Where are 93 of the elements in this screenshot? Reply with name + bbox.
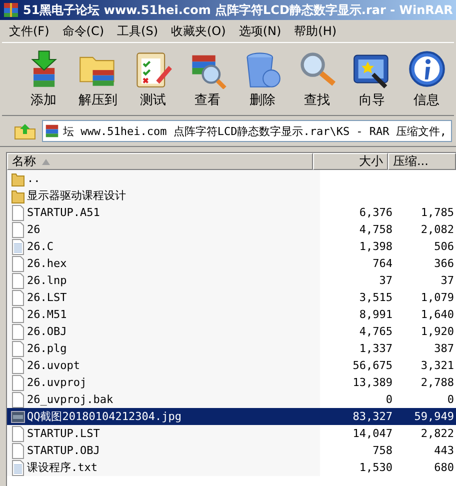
packed-size: 3,321 bbox=[420, 359, 454, 372]
file-icon bbox=[11, 324, 25, 340]
packed-size: 2,788 bbox=[420, 376, 454, 389]
packed-size: 2,822 bbox=[420, 427, 454, 440]
text-file-icon bbox=[11, 238, 25, 254]
file-size: 6,376 bbox=[359, 206, 393, 219]
menu-item[interactable]: 文件(F) bbox=[4, 22, 58, 40]
column-header[interactable]: 大小 bbox=[313, 153, 388, 170]
file-name: 26.M51 bbox=[27, 308, 67, 321]
file-size: 14,047 bbox=[352, 427, 393, 440]
address-field[interactable]: 坛 www.51hei.com 点阵字符LCD静态数字显示.rar\KS - RAR 压缩文件, bbox=[42, 120, 452, 142]
file-icon bbox=[11, 272, 25, 288]
folder-icon bbox=[11, 188, 25, 204]
archive-icon bbox=[45, 124, 59, 138]
packed-size: 37 bbox=[440, 274, 454, 287]
file-size: 56,675 bbox=[352, 359, 393, 372]
file-size: 8,991 bbox=[359, 308, 393, 321]
file-icon bbox=[11, 256, 25, 272]
sort-arrow-icon bbox=[42, 158, 50, 164]
toolbar-button[interactable]: 添加 bbox=[16, 49, 71, 109]
file-icon bbox=[11, 442, 25, 458]
file-icon bbox=[11, 426, 25, 442]
column-header[interactable]: 名称 bbox=[7, 153, 314, 170]
packed-size: 443 bbox=[434, 444, 454, 457]
file-size: 1,398 bbox=[359, 240, 393, 253]
file-name: STARTUP.LST bbox=[27, 427, 100, 440]
file-size: 0 bbox=[386, 393, 393, 406]
file-icon bbox=[11, 204, 25, 220]
file-size: 4,758 bbox=[359, 223, 393, 236]
image-file-icon bbox=[11, 408, 25, 424]
toolbar-button[interactable]: 删除 bbox=[235, 49, 290, 109]
file-size: 764 bbox=[372, 257, 393, 270]
file-name: 26.lnp bbox=[27, 274, 67, 287]
file-name: .. bbox=[27, 172, 40, 185]
file-size: 13,389 bbox=[352, 376, 393, 389]
archive-icon bbox=[3, 2, 19, 18]
file-icon bbox=[11, 222, 25, 238]
file-name: STARTUP.OBJ bbox=[27, 444, 100, 457]
file-name: QQ截图20180104212304.jpg bbox=[27, 409, 182, 424]
file-name: 26.plg bbox=[27, 342, 67, 355]
file-name: 26.OBJ bbox=[27, 325, 67, 338]
toolbar-button[interactable]: 解压到 bbox=[70, 49, 126, 109]
file-name: 26.LST bbox=[27, 291, 67, 304]
file-icon bbox=[11, 290, 25, 306]
packed-size: 2,082 bbox=[420, 223, 454, 236]
file-size: 83,327 bbox=[352, 410, 393, 423]
packed-size: 59,949 bbox=[414, 410, 454, 423]
toolbar-button[interactable]: 向导 bbox=[344, 49, 400, 109]
file-name: STARTUP.A51 bbox=[27, 206, 100, 219]
file-row[interactable]: QQ截图20180104212304.jpg 83,327 59,949 bbox=[7, 408, 456, 425]
text-file-icon bbox=[11, 460, 25, 476]
folder-icon bbox=[11, 170, 25, 186]
file-size: 3,515 bbox=[359, 291, 393, 304]
file-size: 4,765 bbox=[359, 325, 393, 338]
file-name: 课设程序.txt bbox=[27, 460, 98, 475]
packed-size: 1,079 bbox=[420, 291, 454, 304]
packed-size: 506 bbox=[434, 240, 454, 253]
file-name: 26.C bbox=[27, 240, 54, 253]
file-name: 26.uvopt bbox=[27, 359, 80, 372]
toolbar-button[interactable]: 测试 bbox=[126, 49, 180, 109]
file-name: 26.uvproj bbox=[27, 376, 87, 389]
packed-size: 1,920 bbox=[420, 325, 454, 338]
menu-item[interactable]: 命令(C) bbox=[57, 22, 112, 40]
file-size: 37 bbox=[379, 274, 393, 287]
window-title: 51黑电子论坛 www.51hei.com 点阵字符LCD静态数字显示.rar - WinRAR bbox=[23, 2, 453, 18]
info-icon bbox=[406, 49, 447, 89]
packed-size: 1,785 bbox=[420, 206, 454, 219]
menu-item[interactable]: 工具(S) bbox=[112, 22, 166, 40]
file-icon bbox=[11, 392, 25, 408]
up-folder-icon[interactable] bbox=[14, 122, 36, 140]
file-icon bbox=[11, 358, 25, 374]
menu-item[interactable]: 选项(N) bbox=[234, 22, 290, 40]
packed-size: 0 bbox=[447, 393, 454, 406]
packed-size: 680 bbox=[434, 461, 454, 474]
packed-size: 1,640 bbox=[420, 308, 454, 321]
packed-size: 366 bbox=[434, 257, 454, 270]
file-name: 显示器驱动课程设计 bbox=[27, 188, 126, 203]
menu-item[interactable]: 帮助(H) bbox=[289, 22, 345, 40]
file-size: 1,337 bbox=[359, 342, 393, 355]
file-icon bbox=[11, 306, 25, 322]
file-name: 26 bbox=[27, 223, 40, 236]
file-name: 26_uvproj.bak bbox=[27, 393, 114, 406]
file-size: 758 bbox=[372, 444, 393, 457]
column-header[interactable]: 压缩... bbox=[388, 153, 456, 170]
toolbar-button[interactable]: 信息 bbox=[399, 49, 454, 109]
file-icon bbox=[11, 340, 25, 356]
menu-item[interactable]: 收藏夹(O) bbox=[166, 22, 234, 40]
toolbar-button[interactable]: 查找 bbox=[290, 49, 344, 109]
file-size: 1,530 bbox=[359, 461, 393, 474]
file-name: 26.hex bbox=[27, 257, 67, 270]
file-icon bbox=[11, 374, 25, 390]
packed-size: 387 bbox=[434, 342, 454, 355]
toolbar-button[interactable]: 查看 bbox=[180, 49, 235, 109]
